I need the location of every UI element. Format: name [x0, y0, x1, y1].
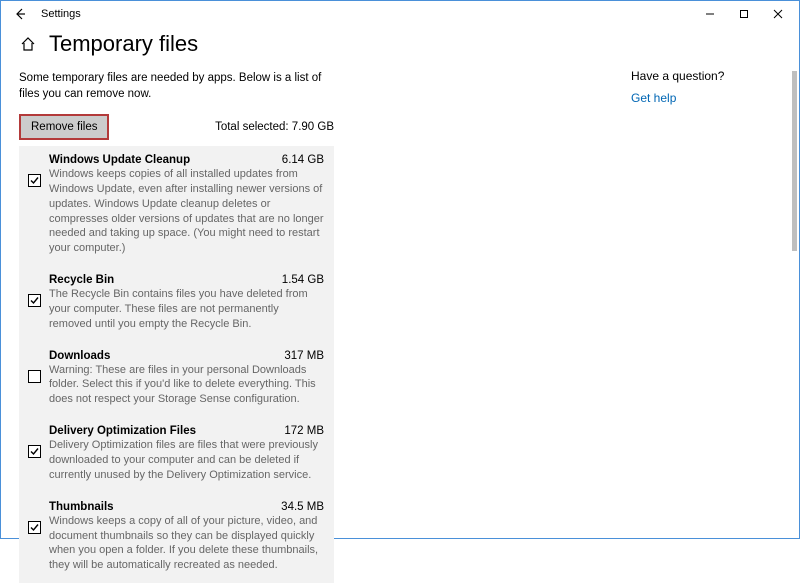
list-item: Recycle Bin 1.54 GB The Recycle Bin cont… [19, 266, 334, 342]
page-header: Temporary files [1, 27, 799, 69]
check-icon [29, 295, 40, 306]
item-description: Delivery Optimization files are files th… [49, 438, 324, 483]
scrollbar[interactable] [785, 71, 799, 538]
item-size: 1.54 GB [282, 274, 324, 286]
item-title: Windows Update Cleanup [49, 154, 190, 166]
page-title: Temporary files [49, 31, 198, 57]
item-title: Thumbnails [49, 501, 114, 513]
checkbox-downloads[interactable] [28, 370, 41, 383]
minimize-icon [705, 9, 715, 19]
remove-files-button[interactable]: Remove files [19, 114, 109, 140]
checkbox-recycle-bin[interactable] [28, 294, 41, 307]
checkbox-thumbnails[interactable] [28, 521, 41, 534]
sidebar-heading: Have a question? [631, 69, 771, 83]
main-content: Some temporary files are needed by apps.… [19, 71, 339, 536]
list-item: Downloads 317 MB Warning: These are file… [19, 342, 334, 418]
checkbox-windows-update-cleanup[interactable] [28, 174, 41, 187]
close-button[interactable] [761, 2, 795, 26]
item-title: Delivery Optimization Files [49, 425, 196, 437]
maximize-icon [739, 9, 749, 19]
item-size: 6.14 GB [282, 154, 324, 166]
checkbox-delivery-optimization[interactable] [28, 445, 41, 458]
close-icon [773, 9, 783, 19]
minimize-button[interactable] [693, 2, 727, 26]
app-title: Settings [41, 8, 81, 20]
item-title: Recycle Bin [49, 274, 114, 286]
total-selected-label: Total selected: 7.90 GB [215, 121, 334, 133]
item-title: Downloads [49, 350, 110, 362]
home-button[interactable] [19, 35, 37, 53]
item-description: Windows keeps copies of all installed up… [49, 167, 324, 256]
arrow-left-icon [13, 7, 27, 21]
item-description: The Recycle Bin contains files you have … [49, 287, 324, 332]
list-item: Delivery Optimization Files 172 MB Deliv… [19, 417, 334, 493]
file-list: Windows Update Cleanup 6.14 GB Windows k… [19, 146, 334, 583]
check-icon [29, 175, 40, 186]
title-bar: Settings [1, 1, 799, 27]
item-size: 317 MB [284, 350, 324, 362]
get-help-link[interactable]: Get help [631, 91, 771, 105]
intro-text: Some temporary files are needed by apps.… [19, 71, 339, 102]
item-description: Warning: These are files in your persona… [49, 363, 324, 408]
back-button[interactable] [9, 3, 31, 25]
list-item: Thumbnails 34.5 MB Windows keeps a copy … [19, 493, 334, 583]
maximize-button[interactable] [727, 2, 761, 26]
item-size: 34.5 MB [281, 501, 324, 513]
item-size: 172 MB [284, 425, 324, 437]
list-item: Windows Update Cleanup 6.14 GB Windows k… [19, 146, 334, 266]
scrollbar-thumb[interactable] [792, 71, 797, 251]
home-icon [20, 36, 36, 52]
check-icon [29, 522, 40, 533]
item-description: Windows keeps a copy of all of your pict… [49, 514, 324, 573]
help-sidebar: Have a question? Get help [631, 69, 771, 105]
check-icon [29, 446, 40, 457]
